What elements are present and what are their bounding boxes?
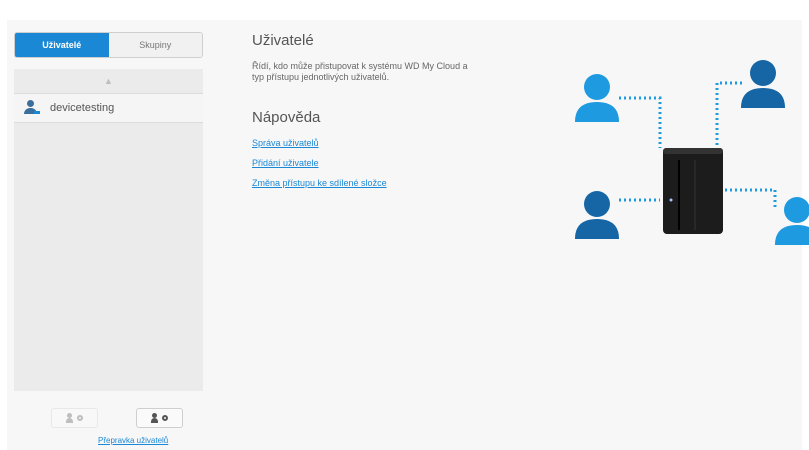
gear-icon <box>162 415 168 421</box>
help-title: Nápověda <box>252 109 321 126</box>
user-icon <box>151 413 158 423</box>
user-icon <box>775 197 809 245</box>
gear-icon <box>77 415 83 421</box>
page-description: Řídí, kdo může přistupovat k systému WD … <box>252 61 468 82</box>
add-user-button[interactable] <box>136 408 183 428</box>
list-item[interactable]: devicetesting <box>14 93 203 123</box>
app-window: Uživatelé Skupiny ▲ devicetesting Přepra… <box>7 20 809 450</box>
tab-users[interactable]: Uživatelé <box>15 33 109 57</box>
view-toggle: Uživatelé Skupiny <box>14 32 203 58</box>
sync-users-link[interactable]: Přepravka uživatelů <box>98 436 168 445</box>
help-link-share-access[interactable]: Změna přístupu ke sdílené složce <box>252 178 502 188</box>
page-title: Uživatelé <box>252 32 314 49</box>
nas-device-icon <box>663 148 723 234</box>
left-panel: Uživatelé Skupiny ▲ devicetesting Přepra… <box>14 32 203 450</box>
help-link-add-user[interactable]: Přidání uživatele <box>252 158 502 168</box>
user-icon <box>741 60 785 108</box>
main-content: Uživatelé Řídí, kdo může přistupovat k s… <box>252 32 502 188</box>
user-icon <box>66 413 73 423</box>
user-icon <box>24 100 40 116</box>
remove-user-button[interactable] <box>51 408 98 428</box>
help-link-manage-users[interactable]: Správa uživatelů <box>252 138 502 148</box>
scroll-up-arrow-icon[interactable]: ▲ <box>14 69 203 93</box>
user-list: ▲ devicetesting <box>14 69 203 391</box>
users-device-illustration <box>575 60 809 245</box>
user-name: devicetesting <box>50 102 115 114</box>
user-icon <box>575 74 619 122</box>
tab-groups[interactable]: Skupiny <box>108 33 202 57</box>
user-icon <box>575 191 619 239</box>
